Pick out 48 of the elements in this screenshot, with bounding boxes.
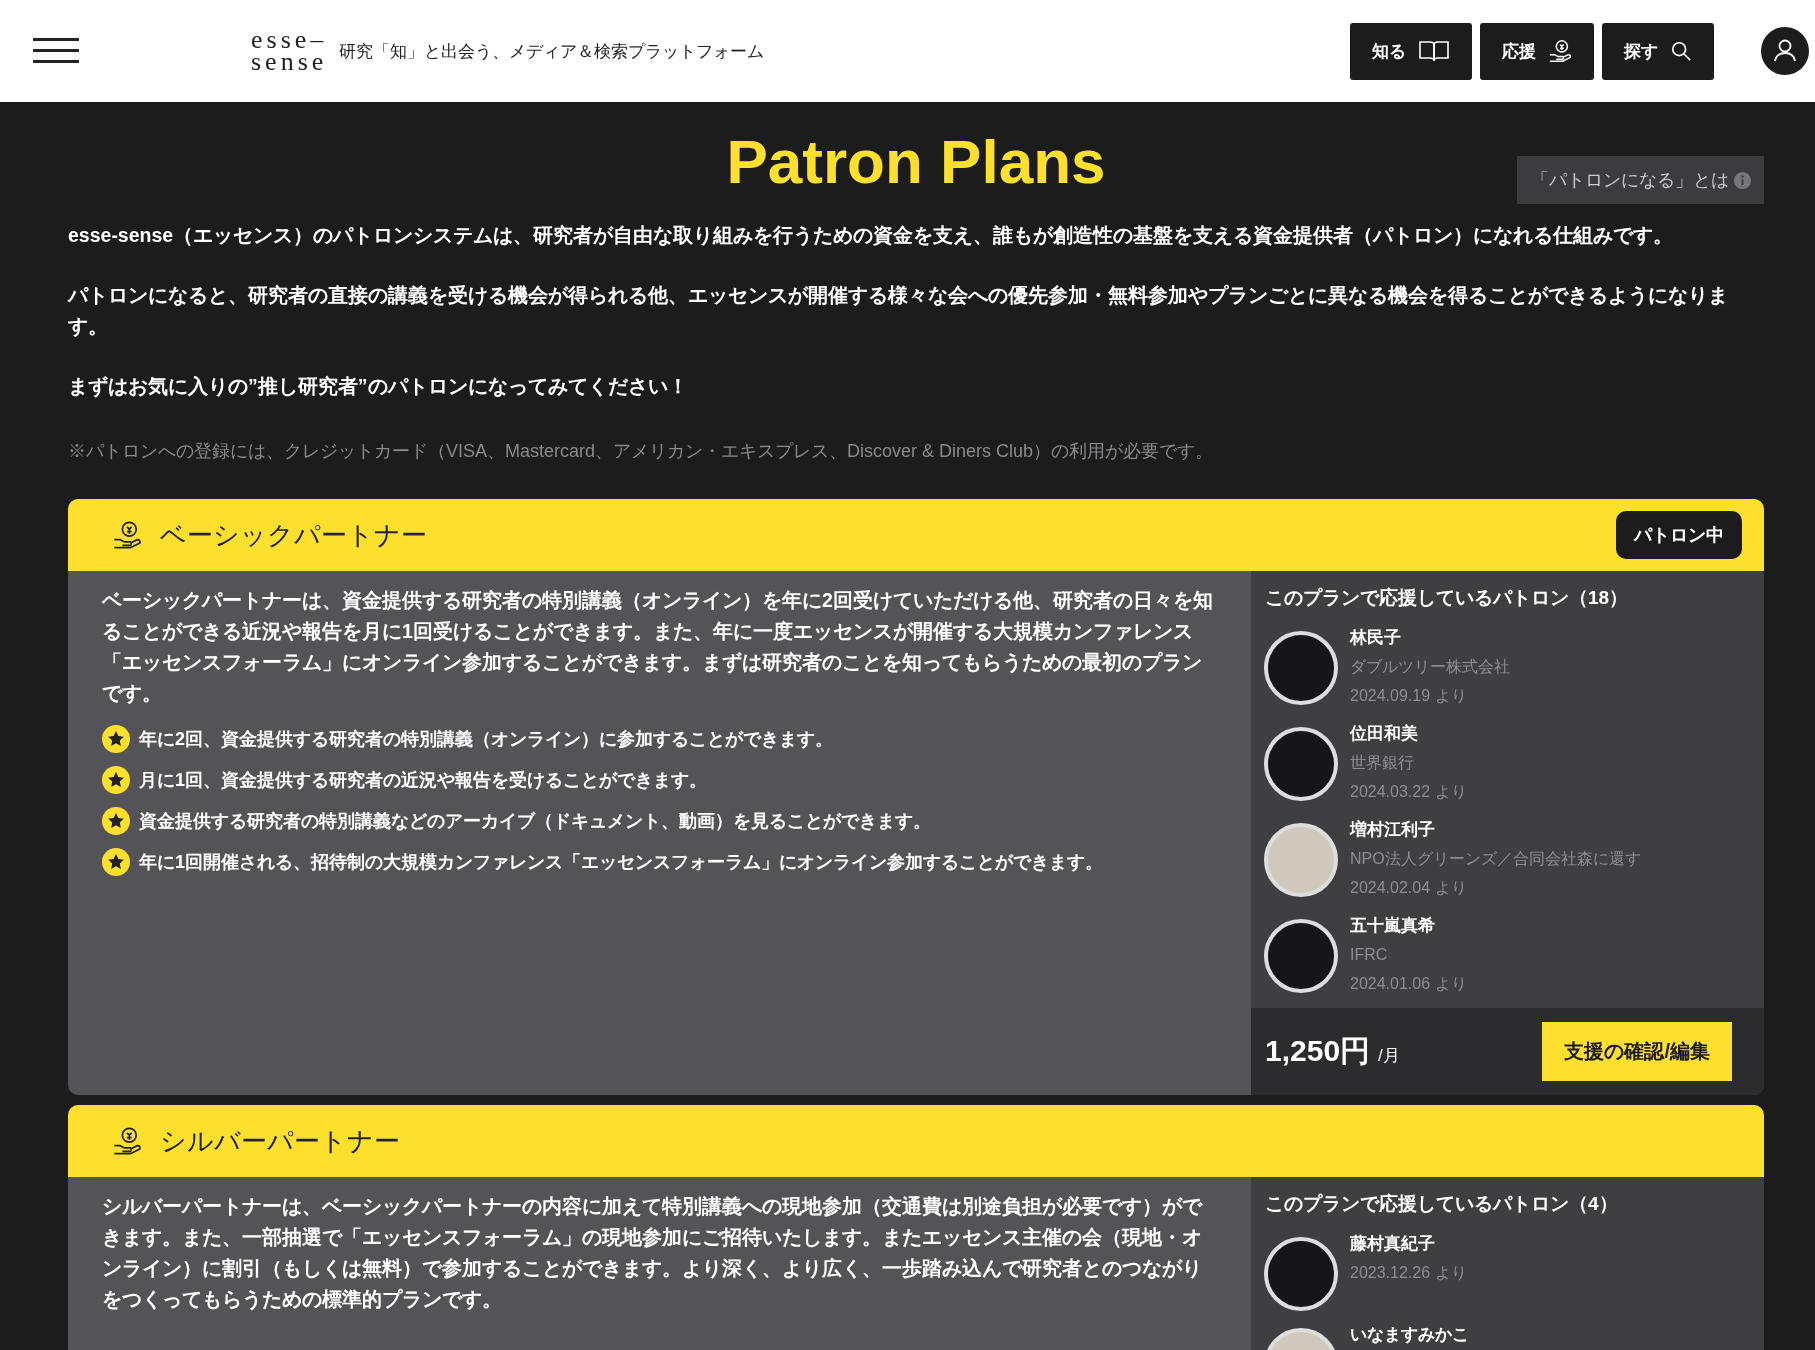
supporter-organization: ダブルツリー株式会社 (1350, 657, 1510, 677)
nav-button[interactable]: 応援 (1480, 22, 1594, 80)
supporter-name[interactable]: 五十嵐真希 (1350, 911, 1467, 940)
hand-coin-icon (112, 1126, 142, 1156)
intro-paragraph: esse-sense（エッセンス）のパトロンシステムは、研究者が自由な取り組みを行うための資金を支え、誰もが創造性の基盤を支える資金提供者（パトロン）になれる仕組みです。 (68, 223, 1675, 248)
intro-paragraph: パトロンになると、研究者の直接の講義を受ける機会が得られる他、エッセンスが開催する様々な会への優先参加・無料参加やプランごとに異なる機会を得ることができるようになります。 (68, 283, 1729, 339)
benefit-text: 月に1回、資金提供する研究者の近況や報告を受けることができます。 (139, 769, 707, 792)
benefit-text: 年に1回開催される、招待制の大規模カンファレンス「エッセンスフォーラム」にオンライン参加することができます。 (139, 851, 1103, 874)
benefit-text: 資金提供する研究者の特別講義などのアーカイブ（ドキュメント、動画）を見ることができます。 (139, 810, 931, 833)
supporter-name[interactable]: 藤村真紀子 (1350, 1229, 1467, 1258)
menu-icon[interactable] (33, 38, 79, 64)
supporter-organization: IFRC (1350, 945, 1389, 965)
plan-name: シルバーパートナー (160, 1124, 400, 1158)
payment-note: ※パトロンへの登録には、クレジットカード（VISA、Mastercard、アメリカン・エキスプレス、Discover & Diners Club）の利用が必要です。 (68, 440, 1215, 463)
status-badge: パトロン中 (1616, 511, 1742, 559)
info-icon (1733, 170, 1752, 190)
nav-button[interactable]: 探す (1602, 22, 1714, 80)
supporter-since-date: 2023.12.26 より (1350, 1263, 1467, 1283)
book-icon (1418, 39, 1450, 63)
supporter-since-date: 2024.01.06 より (1350, 974, 1467, 994)
supporter-name[interactable]: いなますみかこ (1350, 1320, 1469, 1349)
supporter-since-date: 2024.03.22 より (1350, 782, 1467, 802)
supporter-organization: 世界銀行 (1350, 753, 1415, 773)
search-icon (1670, 40, 1692, 62)
supporter-since-date: 2024.09.19 より (1350, 686, 1468, 706)
price-unit: /月 (1378, 1045, 1400, 1067)
plan-description: シルバーパートナーは、ベーシックパートナーの内容に加えて特別講義への現地参加（交通費は別途負担が必要です）ができます。また、一部抽選で「エッセンスフォーラム」の現地参加にご招待いたします。またエッセンス主催の会（現地・オンライン）に割引（もしくは無料）で参加することができます。より深く、より広く、一歩踏み込んで研究者とのつながりをつくってもらうための標準的プランです。 (102, 1194, 1204, 1312)
supporter-name[interactable]: 林民子 (1350, 623, 1510, 652)
site-tagline: 研究「知」と出会う、メディア＆検索プラットフォーム (339, 40, 765, 63)
plan-name: ベーシックパートナー (160, 518, 427, 552)
site-logo[interactable]: esse– sense (251, 29, 328, 73)
plan-description: ベーシックパートナーは、資金提供する研究者の特別講義（オンライン）を年に2回受けていただける他、研究者の日々を知ることができる近況や報告を月に1回受けることができます。また、年に一度エッセンスが開催する大規模カンファレンス「エッセンスフォーラム」にオンライン参加することができます。まずは研究者のことを知ってもらうための最初のプランです。 (102, 588, 1214, 706)
plan-price: 1,250円 (1265, 1033, 1371, 1069)
hand-coin-icon (1548, 39, 1572, 63)
supporter-name[interactable]: 増村江利子 (1350, 815, 1641, 844)
intro-paragraph: まずはお気に入りの”推し研究者”のパトロンになってみてください！ (68, 374, 689, 400)
supporter-name[interactable]: 位田和美 (1350, 719, 1467, 748)
info-button[interactable]: 「パトロンになる」とは (1517, 156, 1764, 204)
supporters-heading: このプランで応援しているパトロン（18） (1264, 586, 1630, 610)
edit-support-button[interactable]: 支援の確認/編集 (1542, 1022, 1732, 1081)
page-title: Patron Plans (726, 126, 1106, 198)
supporters-heading: このプランで応援しているパトロン（4） (1264, 1192, 1619, 1216)
user-account-icon[interactable] (1760, 26, 1810, 76)
supporter-since-date: 2024.02.04 より (1350, 878, 1468, 898)
hand-coin-icon (112, 520, 142, 550)
benefit-text: 年に2回、資金提供する研究者の特別講義（オンライン）に参加することができます。 (139, 728, 833, 751)
nav-button[interactable]: 知る (1350, 22, 1472, 80)
supporter-organization: NPO法人グリーンズ／合同会社森に還す (1350, 849, 1641, 869)
